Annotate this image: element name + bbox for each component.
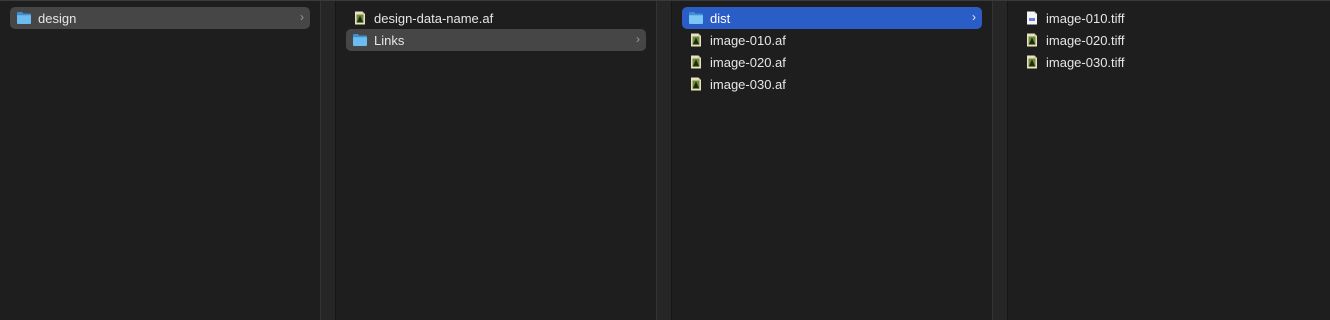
chevron-right-icon: › bbox=[300, 10, 304, 24]
file-item-design-data-name[interactable]: design-data-name.af bbox=[346, 7, 646, 29]
file-item-image-020-tiff[interactable]: image-020.tiff bbox=[1018, 29, 1320, 51]
document-icon bbox=[1027, 11, 1037, 25]
column-1[interactable]: design › bbox=[0, 1, 320, 320]
folder-icon bbox=[17, 12, 31, 24]
column-2[interactable]: design-data-name.af Links › bbox=[336, 1, 656, 320]
file-item-image-010-af[interactable]: image-010.af bbox=[682, 29, 982, 51]
item-label: design bbox=[38, 10, 77, 26]
file-item-image-010-tiff[interactable]: image-010.tiff bbox=[1018, 7, 1320, 29]
item-label: image-020.af bbox=[710, 54, 786, 70]
folder-item-dist[interactable]: dist › bbox=[682, 7, 982, 29]
folder-icon bbox=[353, 34, 367, 46]
chevron-right-icon: › bbox=[972, 10, 976, 24]
column-resize-handle[interactable] bbox=[656, 1, 672, 320]
affinity-file-icon bbox=[691, 77, 701, 91]
item-label: image-010.tiff bbox=[1046, 10, 1125, 26]
chevron-right-icon: › bbox=[636, 32, 640, 46]
affinity-file-icon bbox=[691, 55, 701, 69]
folder-item-design[interactable]: design › bbox=[10, 7, 310, 29]
finder-column-browser: design › design-data-name.af Links › dis… bbox=[0, 0, 1330, 320]
item-label: dist bbox=[710, 10, 731, 26]
affinity-file-icon bbox=[1027, 55, 1037, 69]
affinity-file-icon bbox=[355, 11, 365, 25]
item-label: image-030.tiff bbox=[1046, 54, 1125, 70]
column-4[interactable]: image-010.tiff image-020.tiff image-030.… bbox=[1008, 1, 1330, 320]
file-item-image-020-af[interactable]: image-020.af bbox=[682, 51, 982, 73]
affinity-file-icon bbox=[691, 33, 701, 47]
item-label: image-020.tiff bbox=[1046, 32, 1125, 48]
file-item-image-030-tiff[interactable]: image-030.tiff bbox=[1018, 51, 1320, 73]
folder-item-links[interactable]: Links › bbox=[346, 29, 646, 51]
column-3[interactable]: dist › image-010.af image-020.af image-0… bbox=[672, 1, 992, 320]
item-label: Links bbox=[374, 32, 405, 48]
file-item-image-030-af[interactable]: image-030.af bbox=[682, 73, 982, 95]
item-label: image-030.af bbox=[710, 76, 786, 92]
item-label: image-010.af bbox=[710, 32, 786, 48]
folder-icon bbox=[689, 12, 703, 24]
column-resize-handle[interactable] bbox=[992, 1, 1008, 320]
column-resize-handle[interactable] bbox=[320, 1, 336, 320]
item-label: design-data-name.af bbox=[374, 10, 494, 26]
affinity-file-icon bbox=[1027, 33, 1037, 47]
